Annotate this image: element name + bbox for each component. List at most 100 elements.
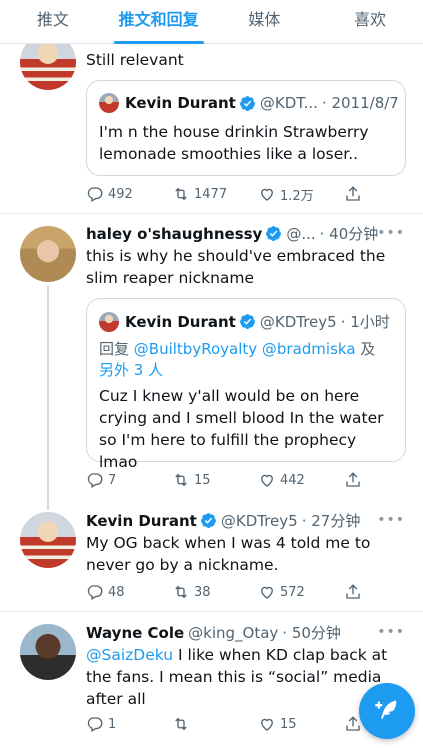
profile-tabs: 推文 推文和回复 媒体 喜欢: [0, 0, 423, 44]
retweet-count: 38: [194, 584, 211, 600]
thread-connector: [47, 286, 49, 510]
retweet-icon: [175, 585, 187, 599]
tweet-time: · 27分钟: [301, 512, 361, 530]
retweet-button[interactable]: 38: [172, 583, 258, 601]
quoted-avatar: [99, 93, 119, 113]
tweet[interactable]: Wayne Cole @king_Otay · 50分钟 ••• @SaizDe…: [0, 612, 423, 748]
share-button[interactable]: [344, 185, 366, 203]
tweet-time: · 40分钟: [319, 225, 379, 243]
retweet-button[interactable]: 1477: [172, 185, 258, 203]
tab-media[interactable]: 媒体: [212, 0, 318, 43]
more-options-icon[interactable]: •••: [377, 225, 405, 241]
author-handle: @king_Otay: [188, 623, 279, 642]
tweet-actions: 1 15: [86, 714, 366, 734]
verified-badge-icon: [239, 314, 255, 329]
avatar[interactable]: [20, 624, 76, 680]
tab-tweets[interactable]: 推文: [0, 0, 106, 43]
like-button[interactable]: 572: [258, 583, 344, 601]
quoted-tweet-text: I'm n the house drinkin Strawberry lemon…: [99, 123, 369, 163]
author-handle: @...: [286, 224, 316, 243]
reply-count: 492: [108, 186, 133, 202]
retweet-icon: [175, 473, 187, 487]
tweet[interactable]: Still relevant Kevin Durant @KDT... · 20…: [0, 34, 423, 214]
quoted-tweet[interactable]: Kevin Durant @KDT... · 2011/8/7 I'm n th…: [86, 80, 406, 176]
tab-tweets-and-replies[interactable]: 推文和回复: [106, 0, 212, 44]
reply-mentions-link[interactable]: @BuiltbyRoyalty @bradmiska: [134, 340, 356, 358]
reply-icon: [87, 585, 103, 600]
tweet-header: Wayne Cole @king_Otay · 50分钟: [86, 622, 341, 643]
author-name[interactable]: Wayne Cole: [86, 624, 184, 642]
quoted-tweet-text: Cuz I knew y'all would be on here crying…: [99, 387, 384, 471]
author-name[interactable]: Kevin Durant: [86, 512, 197, 530]
quoted-author-handle: @KDTrey5: [259, 312, 337, 331]
share-icon: [346, 186, 360, 201]
reply-icon: [87, 187, 103, 202]
quoted-author-handle: @KDT...: [259, 94, 318, 112]
reply-count: 7: [108, 472, 117, 488]
like-count: 572: [280, 584, 305, 600]
quoted-tweet-time: · 2011/8/7: [321, 94, 399, 112]
share-button[interactable]: [344, 583, 366, 601]
reply-icon: [87, 473, 103, 488]
avatar[interactable]: [20, 512, 76, 568]
reply-suffix: 及: [360, 340, 376, 358]
like-count: 1.2万: [280, 188, 314, 204]
quoted-author-name: Kevin Durant: [125, 312, 236, 331]
reply-icon: [87, 717, 103, 732]
like-count: 15: [280, 716, 297, 732]
reply-prefix: 回复: [99, 340, 130, 358]
tweet[interactable]: Kevin Durant @KDTrey5 · 27分钟 ••• My OG b…: [0, 500, 423, 612]
tweet-text: My OG back when I was 4 told me to never…: [86, 534, 371, 574]
reply-button[interactable]: 1: [86, 715, 172, 733]
tab-likes[interactable]: 喜欢: [317, 0, 423, 43]
retweet-button[interactable]: [172, 715, 258, 733]
reply-button[interactable]: 48: [86, 583, 172, 601]
tweet-header: haley o'shaughnessy @... · 40分钟: [86, 223, 378, 244]
quoted-avatar: [99, 311, 119, 332]
compose-feather-icon: [375, 700, 397, 720]
heart-icon: [261, 586, 273, 599]
retweet-icon: [175, 187, 187, 201]
tweet-text: Still relevant: [86, 51, 184, 69]
like-count: 442: [280, 472, 305, 488]
quoted-tweet[interactable]: Kevin Durant @KDTrey5 · 1小时 回复 @BuiltbyR…: [86, 298, 406, 471]
retweet-count: 1477: [194, 186, 228, 202]
verified-badge-icon: [239, 95, 255, 111]
mention-link[interactable]: @SaizDeku: [86, 646, 173, 664]
author-handle: @KDTrey5: [220, 511, 298, 530]
avatar[interactable]: [20, 226, 76, 282]
reply-count: 48: [108, 584, 125, 600]
tweet[interactable]: haley o'shaughnessy @... · 40分钟 ••• this…: [0, 214, 423, 510]
tweet-text: @SaizDeku I like when KD clap back at th…: [86, 644, 408, 710]
retweet-icon: [175, 717, 187, 731]
retweet-count: 15: [194, 472, 211, 488]
more-options-icon[interactable]: •••: [377, 624, 405, 640]
tweet-text: this is why he should've embraced the sl…: [86, 247, 386, 287]
tweet-actions: 492 1477 1.2万: [86, 184, 366, 204]
like-button[interactable]: 442: [258, 471, 344, 489]
reply-button[interactable]: 492: [86, 185, 172, 203]
heart-icon: [261, 188, 273, 201]
compose-tweet-button[interactable]: [359, 683, 415, 739]
tweet-actions: 7 15 442: [86, 470, 366, 490]
reply-context: 回复 @BuiltbyRoyalty @bradmiska 及 另外 3 人: [99, 339, 395, 381]
more-options-icon[interactable]: •••: [377, 512, 405, 528]
reply-button[interactable]: 7: [86, 471, 172, 489]
reply-others-link[interactable]: 另外 3 人: [99, 361, 163, 379]
retweet-button[interactable]: 15: [172, 471, 258, 489]
quoted-tweet-header: Kevin Durant @KDTrey5 · 1小时: [99, 311, 390, 332]
author-name[interactable]: haley o'shaughnessy: [86, 225, 262, 243]
share-button[interactable]: [344, 471, 366, 489]
like-button[interactable]: 15: [258, 715, 344, 733]
tweet-time: · 50分钟: [282, 624, 341, 642]
quoted-tweet-time: · 1小时: [340, 313, 390, 331]
like-button[interactable]: 1.2万: [258, 185, 344, 204]
share-icon: [346, 584, 360, 599]
reply-count: 1: [108, 716, 117, 732]
heart-icon: [261, 718, 273, 731]
quoted-author-name: Kevin Durant: [125, 94, 236, 112]
tweet-header: Kevin Durant @KDTrey5 · 27分钟: [86, 510, 360, 531]
verified-badge-icon: [266, 226, 282, 241]
heart-icon: [261, 474, 273, 487]
verified-badge-icon: [200, 513, 216, 528]
